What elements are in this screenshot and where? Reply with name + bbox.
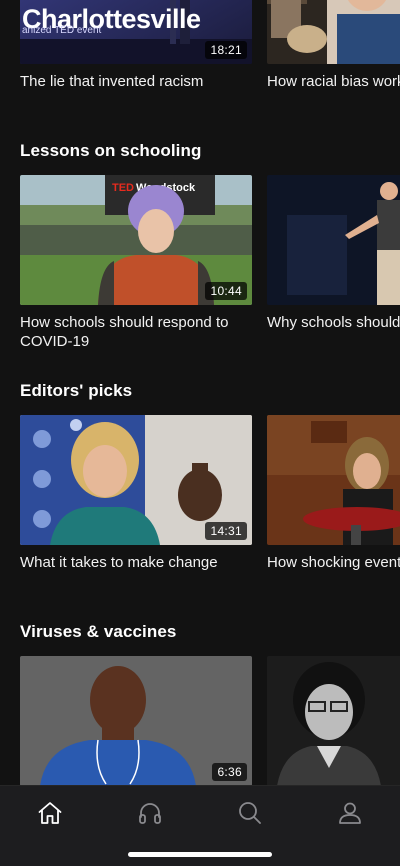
- search-icon: [239, 802, 261, 824]
- svg-text:TED: TED: [112, 182, 134, 194]
- duration-badge: 18:21: [205, 41, 247, 59]
- thumbnail-subcaption: anized TED event: [22, 25, 102, 36]
- headphones-icon: [139, 803, 161, 824]
- video-thumbnail[interactable]: [267, 415, 400, 545]
- video-card[interactable]: 6:36: [20, 656, 252, 785]
- video-card[interactable]: TED Woodstock 10:44 How schools should r…: [20, 175, 252, 351]
- video-card[interactable]: 14:31 What it takes to make change: [20, 415, 252, 573]
- home-icon: [38, 802, 62, 824]
- section-title: Viruses & vaccines: [20, 622, 177, 641]
- video-thumbnail[interactable]: 14:31: [20, 415, 252, 545]
- section-title: Editors' picks: [20, 381, 133, 400]
- video-card[interactable]: Why schools should teach the real world: [267, 175, 400, 333]
- video-title[interactable]: The lie that invented racism: [20, 73, 260, 92]
- video-thumbnail[interactable]: 6:36: [20, 656, 252, 785]
- tab-home[interactable]: [30, 798, 70, 828]
- tab-search[interactable]: [230, 798, 270, 828]
- video-title[interactable]: How shocking events can spark positive c…: [267, 554, 400, 573]
- tab-podcasts[interactable]: [130, 798, 170, 828]
- profile-icon: [339, 802, 361, 824]
- video-card[interactable]: How racial bias works — and how to disru…: [267, 0, 400, 92]
- video-card[interactable]: Charlottesville anized TED event 18:21 T…: [20, 0, 252, 92]
- duration-badge: 6:36: [212, 763, 247, 781]
- video-thumbnail[interactable]: [267, 0, 400, 64]
- video-thumbnail[interactable]: [267, 175, 400, 305]
- video-title[interactable]: Why schools should teach the real world: [267, 314, 400, 333]
- video-thumbnail[interactable]: [267, 656, 400, 785]
- video-title[interactable]: How schools should respond to COVID-19: [20, 314, 260, 351]
- duration-badge: 14:31: [205, 522, 247, 540]
- duration-badge: 10:44: [205, 282, 247, 300]
- video-thumbnail[interactable]: Charlottesville anized TED event 18:21: [20, 0, 252, 64]
- video-card[interactable]: How shocking events can spark positive c…: [267, 415, 400, 573]
- video-title[interactable]: What it takes to make change: [20, 554, 260, 573]
- video-title[interactable]: How racial bias works — and how to disru…: [267, 73, 400, 92]
- home-indicator: [128, 852, 272, 857]
- video-thumbnail[interactable]: TED Woodstock 10:44: [20, 175, 252, 305]
- section-title: Lessons on schooling: [20, 141, 202, 160]
- home-feed[interactable]: Charlottesville anized TED event 18:21 T…: [0, 0, 400, 785]
- tab-profile[interactable]: [330, 798, 370, 828]
- video-card[interactable]: [267, 656, 400, 785]
